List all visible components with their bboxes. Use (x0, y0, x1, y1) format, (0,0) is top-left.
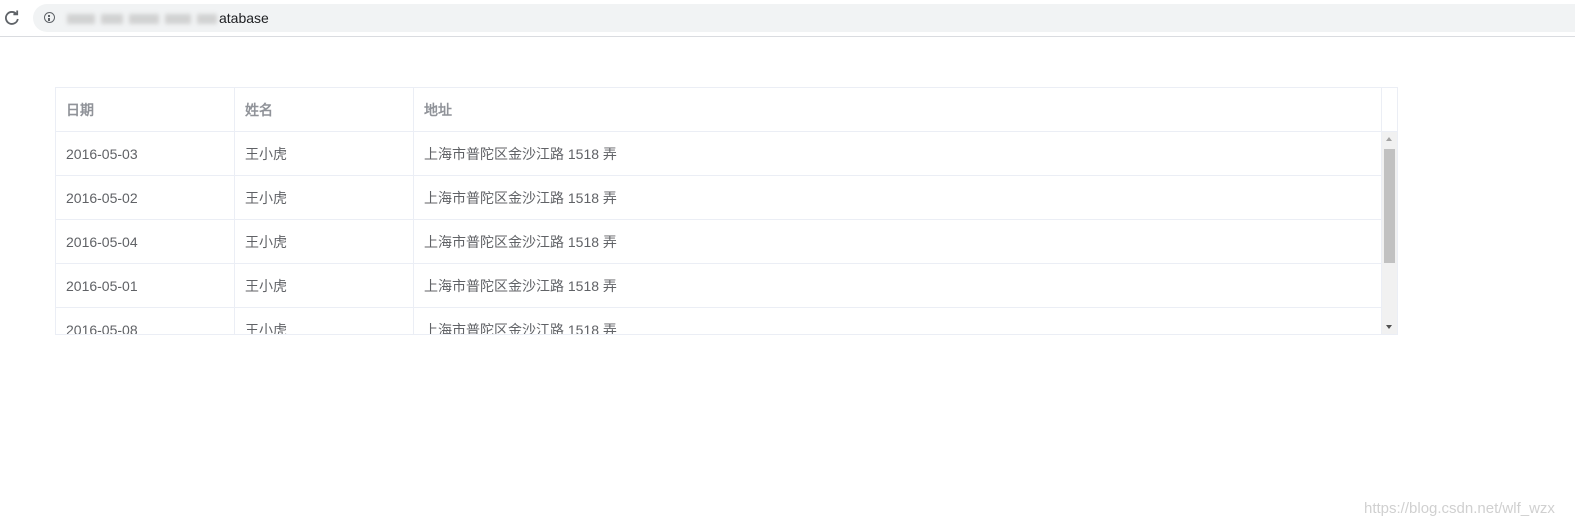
table-row[interactable]: 2016-05-01 王小虎 上海市普陀区金沙江路 1518 弄 (56, 264, 1382, 308)
browser-toolbar: atabase (0, 0, 1575, 37)
cell-address: 上海市普陀区金沙江路 1518 弄 (414, 308, 1382, 334)
cell-address: 上海市普陀区金沙江路 1518 弄 (414, 264, 1382, 307)
url-text: atabase (219, 10, 269, 26)
cell-date: 2016-05-04 (56, 220, 235, 263)
data-table: 日期 姓名 地址 2016-05-03 王小虎 上海市普陀区金沙江路 1518 … (55, 87, 1398, 335)
table-row[interactable]: 2016-05-02 王小虎 上海市普陀区金沙江路 1518 弄 (56, 176, 1382, 220)
table-body[interactable]: 2016-05-03 王小虎 上海市普陀区金沙江路 1518 弄 2016-05… (56, 132, 1382, 334)
cell-address: 上海市普陀区金沙江路 1518 弄 (414, 176, 1382, 219)
cell-address: 上海市普陀区金沙江路 1518 弄 (414, 220, 1382, 263)
blurred-url-part (67, 11, 219, 25)
scroll-thumb[interactable] (1384, 149, 1395, 263)
table-row[interactable]: 2016-05-04 王小虎 上海市普陀区金沙江路 1518 弄 (56, 220, 1382, 264)
cell-date: 2016-05-02 (56, 176, 235, 219)
cell-address: 上海市普陀区金沙江路 1518 弄 (414, 132, 1382, 175)
cell-name: 王小虎 (235, 176, 414, 219)
cell-date: 2016-05-08 (56, 308, 235, 334)
address-bar[interactable]: atabase (33, 4, 1575, 32)
table-row[interactable]: 2016-05-03 王小虎 上海市普陀区金沙江路 1518 弄 (56, 132, 1382, 176)
cell-date: 2016-05-03 (56, 132, 235, 175)
cell-name: 王小虎 (235, 308, 414, 334)
scroll-up-arrow-icon[interactable] (1386, 137, 1392, 141)
cell-name: 王小虎 (235, 264, 414, 307)
header-gutter (1382, 88, 1397, 131)
cell-name: 王小虎 (235, 220, 414, 263)
reload-icon[interactable] (3, 9, 21, 27)
cell-date: 2016-05-01 (56, 264, 235, 307)
cell-name: 王小虎 (235, 132, 414, 175)
vertical-scrollbar[interactable] (1382, 132, 1397, 334)
watermark: https://blog.csdn.net/wlf_wzx (1364, 500, 1555, 517)
column-header-address: 地址 (414, 88, 1382, 131)
table-header: 日期 姓名 地址 (56, 88, 1397, 132)
column-header-date: 日期 (56, 88, 235, 131)
scroll-down-arrow-icon[interactable] (1386, 325, 1392, 329)
table-row[interactable]: 2016-05-08 王小虎 上海市普陀区金沙江路 1518 弄 (56, 308, 1382, 334)
column-header-name: 姓名 (235, 88, 414, 131)
info-icon[interactable] (44, 12, 55, 23)
